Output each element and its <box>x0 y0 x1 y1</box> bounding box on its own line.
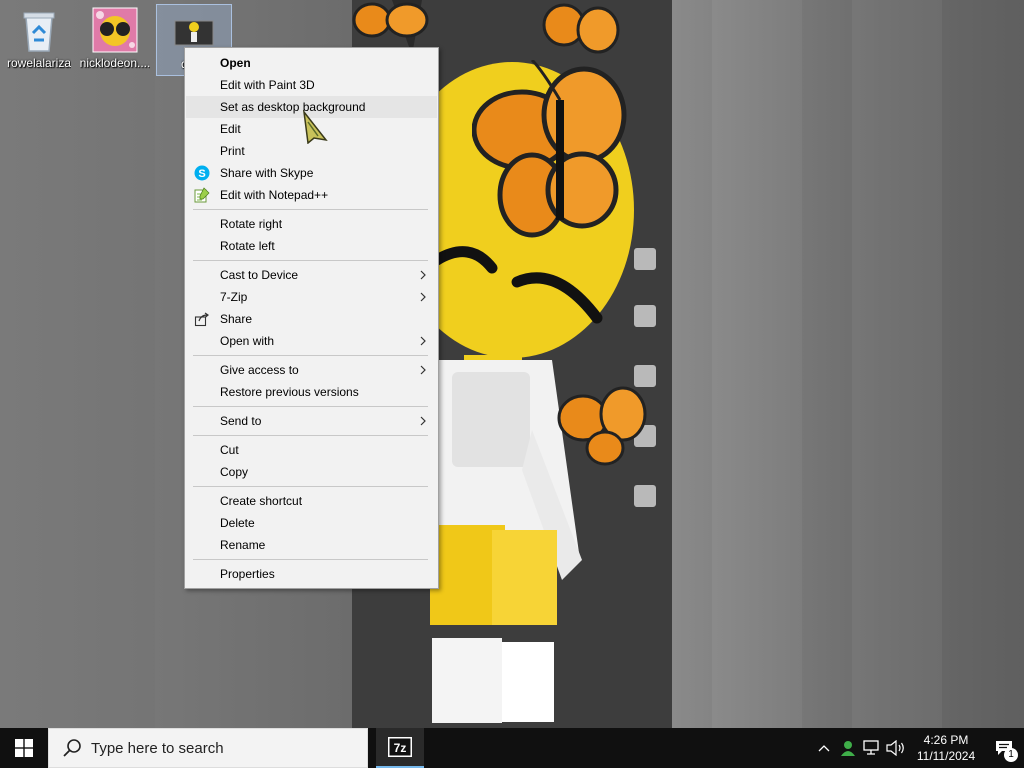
menu-separator <box>193 559 428 560</box>
notepad-plus-plus-icon <box>194 187 210 203</box>
taskbar: Type here to search 7z 4:26 PM 11/11/202… <box>0 728 1024 768</box>
recycle-bin-icon <box>16 7 62 53</box>
chevron-right-icon <box>419 330 427 352</box>
menu-item-label: Copy <box>220 465 249 479</box>
menu-item-label: Print <box>220 144 245 158</box>
network-icon <box>863 740 879 755</box>
menu-item-properties[interactable]: Properties <box>186 563 437 585</box>
menu-item-open[interactable]: Open <box>186 52 437 74</box>
menu-item-label: Open <box>220 56 251 70</box>
wallpaper-right-panel <box>672 0 1024 728</box>
menu-item-copy[interactable]: Copy <box>186 461 437 483</box>
desktop-icon-nicklodeon[interactable]: nicklodeon.... <box>77 4 153 76</box>
share-icon <box>194 311 210 327</box>
clock-time: 4:26 PM <box>923 733 969 747</box>
menu-item-label: Delete <box>220 516 255 530</box>
menu-item-label: Edit <box>220 122 241 136</box>
menu-item-label: Rotate left <box>220 239 275 253</box>
menu-separator <box>193 486 428 487</box>
tray-volume-button[interactable] <box>884 728 908 768</box>
menu-item-rotate-left[interactable]: Rotate left <box>186 235 437 257</box>
butterfly-top-right <box>542 3 620 54</box>
taskbar-search-box[interactable]: Type here to search <box>48 728 368 768</box>
tray-network-button[interactable] <box>860 728 884 768</box>
svg-text:S: S <box>198 168 205 180</box>
desktop[interactable]: rowelalariza nicklodeon.... dowr <box>0 0 1024 728</box>
clock-date: 11/11/2024 <box>916 749 976 763</box>
windows-logo-icon <box>15 739 33 757</box>
tray-people-button[interactable] <box>836 728 860 768</box>
menu-item-open-with[interactable]: Open with <box>186 330 437 352</box>
menu-item-label: Share with Skype <box>220 166 314 180</box>
menu-item-label: Cast to Device <box>220 268 299 282</box>
menu-item-label: Rename <box>220 538 266 552</box>
search-icon <box>63 739 81 757</box>
menu-separator <box>193 435 428 436</box>
menu-separator <box>193 406 428 407</box>
menu-item-label: Restore previous versions <box>220 385 359 399</box>
butterfly-top-left <box>352 2 429 38</box>
chevron-right-icon <box>419 264 427 286</box>
search-placeholder: Type here to search <box>91 739 224 757</box>
chevron-up-icon <box>818 745 830 752</box>
menu-item-edit-with-notepad-plus-plus[interactable]: Edit with Notepad++ <box>186 184 437 206</box>
7zip-icon: 7z <box>388 737 412 757</box>
desktop-icon-label: rowelalariza <box>6 56 72 70</box>
menu-item-send-to[interactable]: Send to <box>186 410 437 432</box>
desktop-icon-label: nicklodeon.... <box>79 56 151 70</box>
mouse-cursor-icon <box>302 110 328 144</box>
menu-item-label: Share <box>220 312 253 326</box>
menu-separator <box>193 355 428 356</box>
menu-item-label: Give access to <box>220 363 299 377</box>
skype-icon: S <box>194 165 210 181</box>
volume-icon <box>886 740 904 756</box>
menu-item-label: Properties <box>220 567 275 581</box>
chevron-right-icon <box>419 359 427 381</box>
butterfly-large <box>472 60 627 238</box>
menu-item-label: Send to <box>220 414 262 428</box>
menu-item-cut[interactable]: Cut <box>186 439 437 461</box>
menu-separator <box>193 260 428 261</box>
image-file-icon <box>92 7 138 53</box>
system-tray: 4:26 PM 11/11/2024 1 <box>812 728 1024 768</box>
menu-item-label: Edit with Paint 3D <box>220 78 315 92</box>
7zip-label: 7z <box>394 741 407 755</box>
menu-item-7-zip[interactable]: 7-Zip <box>186 286 437 308</box>
menu-item-share-with-skype[interactable]: S Share with Skype <box>186 162 437 184</box>
menu-item-rotate-right[interactable]: Rotate right <box>186 213 437 235</box>
menu-item-edit-with-paint-3d[interactable]: Edit with Paint 3D <box>186 74 437 96</box>
show-hidden-icons-button[interactable] <box>812 728 836 768</box>
menu-item-label: Rotate right <box>220 217 283 231</box>
start-button[interactable] <box>0 728 48 768</box>
taskbar-clock[interactable]: 4:26 PM 11/11/2024 <box>908 732 984 764</box>
notification-count-badge: 1 <box>1004 748 1018 762</box>
menu-separator <box>193 209 428 210</box>
desktop-icon-recycle-bin[interactable]: rowelalariza <box>1 4 77 76</box>
menu-item-share[interactable]: Share <box>186 308 437 330</box>
menu-item-label: 7-Zip <box>220 290 248 304</box>
action-center-button[interactable]: 1 <box>984 728 1024 768</box>
menu-item-delete[interactable]: Delete <box>186 512 437 534</box>
menu-item-give-access-to[interactable]: Give access to <box>186 359 437 381</box>
butterfly-small <box>557 386 647 466</box>
menu-item-rename[interactable]: Rename <box>186 534 437 556</box>
menu-item-label: Create shortcut <box>220 494 303 508</box>
menu-item-label: Edit with Notepad++ <box>220 188 329 202</box>
menu-item-restore-previous-versions[interactable]: Restore previous versions <box>186 381 437 403</box>
menu-item-label: Open with <box>220 334 275 348</box>
menu-item-cast-to-device[interactable]: Cast to Device <box>186 264 437 286</box>
menu-item-label: Cut <box>220 443 239 457</box>
chevron-right-icon <box>419 410 427 432</box>
chevron-right-icon <box>419 286 427 308</box>
taskbar-app-7zip[interactable]: 7z <box>376 728 424 768</box>
menu-item-create-shortcut[interactable]: Create shortcut <box>186 490 437 512</box>
menu-item-label: Set as desktop background <box>220 100 366 114</box>
people-icon <box>841 741 855 756</box>
